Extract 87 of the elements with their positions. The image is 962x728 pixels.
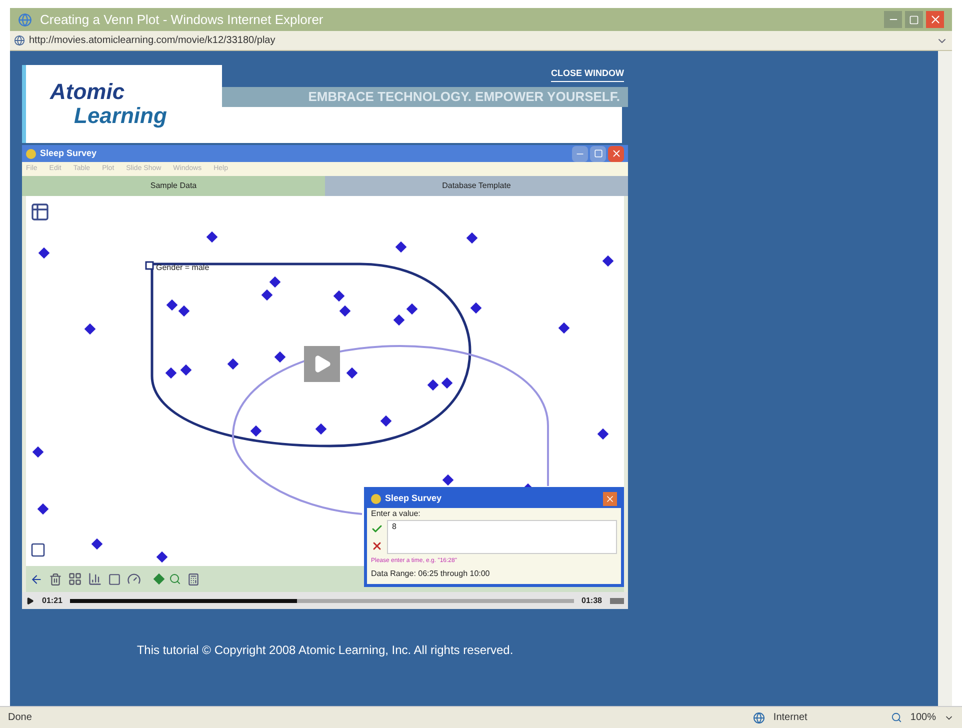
grid-icon — [68, 572, 82, 586]
circle-handle[interactable] — [145, 261, 154, 270]
data-point — [346, 367, 358, 379]
window-icon — [30, 542, 46, 558]
check-icon — [371, 522, 383, 534]
data-point — [274, 351, 286, 363]
search-icon — [169, 573, 181, 585]
window-title: Creating a Venn Plot - Windows Internet Explorer — [40, 10, 324, 29]
minimize-button[interactable] — [884, 11, 902, 28]
data-point — [470, 302, 482, 314]
data-point — [37, 503, 49, 515]
maximize-button[interactable] — [905, 11, 923, 28]
data-point — [466, 232, 478, 244]
close-icon — [605, 494, 615, 504]
frame-icon — [108, 572, 121, 586]
data-point — [406, 303, 418, 315]
zoom-icon — [891, 712, 902, 723]
app-icon — [26, 148, 36, 158]
app-icon — [371, 494, 381, 504]
data-point — [178, 305, 190, 317]
close-button[interactable] — [608, 146, 624, 162]
maximize-icon — [909, 14, 919, 24]
data-point — [427, 379, 439, 391]
data-point — [339, 305, 351, 317]
data-point — [261, 289, 273, 301]
data-point — [38, 247, 50, 259]
data-point — [32, 446, 44, 458]
circle-label: Gender = male — [156, 262, 210, 274]
data-point — [206, 231, 218, 243]
gauge-icon — [127, 572, 141, 586]
calculator-icon — [187, 572, 200, 586]
status-text: Done — [8, 711, 33, 725]
zone-text: Internet — [773, 711, 808, 725]
range-text: Data Range: 06:25 through 10:00 — [371, 568, 491, 580]
copyright-text: This tutorial © Copyright 2008 Atomic Learning, Inc. All rights reserved. — [136, 642, 514, 659]
close-button[interactable] — [926, 11, 944, 28]
prompt-label: Enter a value: — [371, 508, 422, 520]
data-point — [597, 428, 609, 440]
elapsed-time: 01:21 — [42, 594, 62, 606]
maximize-icon — [594, 149, 602, 158]
close-button[interactable] — [603, 492, 617, 506]
maximize-button[interactable] — [590, 146, 606, 162]
app-title: Sleep Survey — [40, 146, 98, 160]
cancel-icon — [371, 540, 383, 552]
data-point — [165, 367, 177, 379]
data-point — [395, 241, 407, 253]
data-point — [84, 323, 96, 335]
value-field[interactable]: 8 — [387, 520, 617, 554]
trash-icon — [49, 572, 62, 586]
data-point — [180, 364, 192, 376]
volume-icon — [610, 598, 624, 604]
data-point — [269, 276, 281, 288]
data-point — [393, 314, 405, 326]
data-point — [380, 415, 392, 427]
tagline: EMBRACE TECHNOLOGY. EMPOWER YOURSELF. — [308, 88, 620, 106]
progress-track[interactable] — [70, 598, 574, 602]
total-time: 01:38 — [582, 594, 602, 606]
close-window-link[interactable]: CLOSE WINDOW — [551, 67, 624, 82]
logo-text: Atomic — [50, 80, 126, 104]
logo-text: Learning — [73, 104, 168, 128]
back-icon — [30, 572, 43, 586]
page-icon — [14, 35, 25, 46]
browser-icon — [18, 12, 32, 26]
data-point — [441, 377, 453, 389]
data-point — [166, 299, 178, 311]
data-point — [156, 551, 168, 563]
play-icon — [26, 596, 34, 604]
data-point — [333, 290, 345, 302]
zoom-level[interactable]: 100% — [910, 710, 936, 725]
data-point — [227, 358, 239, 370]
close-icon — [610, 148, 622, 159]
close-icon — [928, 13, 942, 26]
play-overlay-button[interactable] — [304, 346, 340, 382]
venn-circle-outline[interactable] — [232, 345, 549, 515]
tab[interactable]: Database Template — [325, 176, 628, 196]
data-point — [602, 255, 614, 267]
data-point — [250, 425, 262, 437]
data-point — [315, 423, 327, 435]
data-point — [558, 322, 570, 334]
tab[interactable]: Sample Data — [22, 176, 325, 196]
globe-icon — [753, 712, 766, 724]
address-text[interactable]: http://movies.atomiclearning.com/movie/k12/33180/play — [29, 33, 932, 48]
table-icon — [30, 202, 50, 222]
data-point — [91, 538, 103, 550]
chart-icon — [88, 572, 102, 586]
dialog-title: Sleep Survey — [385, 492, 443, 506]
minimize-button[interactable] — [572, 146, 588, 162]
